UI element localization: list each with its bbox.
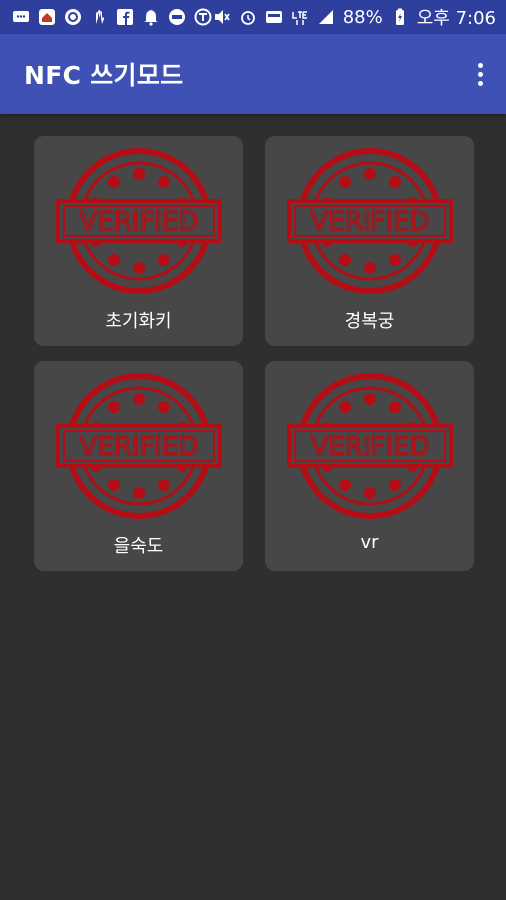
stamp-text: VERIFIED (79, 432, 198, 462)
system-status: 88% 오후 7:06 (213, 4, 496, 30)
message-icon (12, 8, 30, 26)
app-badge-icon (168, 8, 186, 26)
tag-label: 을숙도 (113, 536, 164, 557)
tag-label: 경복궁 (344, 311, 395, 332)
notification-bell-icon (142, 8, 160, 26)
tag-card[interactable]: VERIFIED vr (265, 361, 474, 571)
stamp-text: VERIFIED (79, 207, 198, 237)
alarm-icon (239, 8, 257, 26)
t-app-icon (194, 8, 212, 26)
browser-app-icon (64, 8, 82, 26)
clock: 오후 7:06 (416, 8, 496, 29)
tag-card[interactable]: VERIFIED 초기화키 (34, 136, 243, 346)
battery-icon (391, 8, 409, 26)
verified-stamp-icon: VERIFIED (55, 148, 222, 294)
status-bar: 88% 오후 7:06 (0, 0, 506, 34)
page-title: NFC 쓰기모드 (24, 61, 184, 90)
tag-label: vr (360, 532, 379, 553)
battery-percent: 88% (342, 6, 383, 28)
hd-voice-icon (265, 8, 283, 26)
tag-grid: VERIFIED 초기화키 VERIFIED 경복궁 VERIFIED 을숙도 … (0, 114, 506, 571)
verified-stamp-icon: VERIFIED (286, 148, 453, 294)
lte-icon (291, 8, 309, 26)
tag-label: 초기화키 (105, 311, 172, 332)
stamp-text: VERIFIED (310, 207, 429, 237)
facebook-icon (116, 8, 134, 26)
signal-icon (317, 8, 335, 26)
home-app-icon (38, 8, 56, 26)
verified-stamp-icon: VERIFIED (286, 373, 453, 519)
stamp-text: VERIFIED (310, 432, 429, 462)
tag-card[interactable]: VERIFIED 을숙도 (34, 361, 243, 571)
notification-icons (12, 8, 212, 26)
more-options-icon[interactable] (468, 54, 492, 94)
verified-stamp-icon: VERIFIED (55, 373, 222, 519)
app-bar: NFC 쓰기모드 (0, 34, 506, 114)
tag-card[interactable]: VERIFIED 경복궁 (265, 136, 474, 346)
hand-icon (90, 8, 108, 26)
mute-icon (213, 8, 231, 26)
